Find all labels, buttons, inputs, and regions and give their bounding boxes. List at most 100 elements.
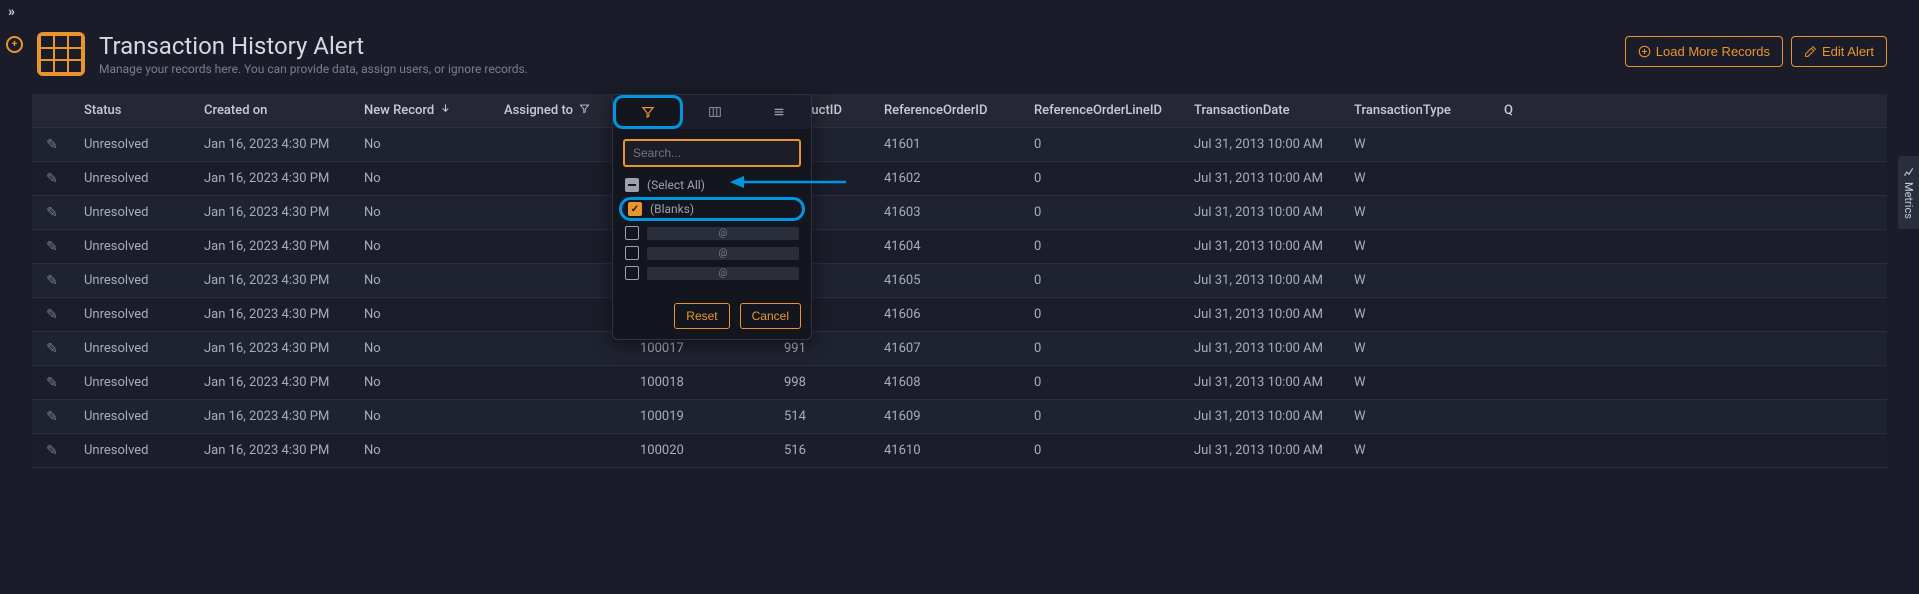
funnel-icon bbox=[641, 105, 655, 119]
cell-date: Jul 31, 2013 10:00 AM bbox=[1182, 443, 1342, 458]
edit-row-icon[interactable]: ✎ bbox=[46, 273, 58, 289]
edit-row-icon[interactable]: ✎ bbox=[46, 171, 58, 187]
cell-prod: 516 bbox=[772, 443, 872, 458]
columns-icon bbox=[708, 105, 722, 119]
checkbox-checked-icon bbox=[628, 202, 642, 216]
column-filter-popup: (Select All) (Blanks) @ @ @ bbox=[612, 94, 812, 340]
table-row: ✎UnresolvedJan 16, 2023 4:30 PMNo1000205… bbox=[32, 434, 1887, 468]
filter-search-input[interactable] bbox=[623, 139, 801, 167]
col-status[interactable]: Status bbox=[72, 103, 192, 118]
cell-new: No bbox=[352, 137, 492, 152]
edit-row-icon[interactable]: ✎ bbox=[46, 409, 58, 425]
cell-type: W bbox=[1342, 205, 1492, 220]
cell-refl: 0 bbox=[1022, 443, 1182, 458]
cell-prod: 991 bbox=[772, 341, 872, 356]
cell-status: Unresolved bbox=[72, 443, 192, 458]
cell-refl: 0 bbox=[1022, 171, 1182, 186]
filter-tab-values[interactable] bbox=[613, 95, 683, 129]
edit-row-icon[interactable]: ✎ bbox=[46, 205, 58, 221]
cell-refl: 0 bbox=[1022, 239, 1182, 254]
cell-date: Jul 31, 2013 10:00 AM bbox=[1182, 171, 1342, 186]
filter-icon bbox=[579, 103, 590, 118]
table-row: ✎UnresolvedJan 16, 2023 4:30 PMNo9814160… bbox=[32, 264, 1887, 298]
cell-status: Unresolved bbox=[72, 205, 192, 220]
filter-option[interactable]: @ bbox=[623, 263, 801, 283]
cell-new: No bbox=[352, 375, 492, 390]
cell-refl: 0 bbox=[1022, 341, 1182, 356]
col-qty[interactable]: Q bbox=[1492, 103, 1522, 118]
cell-refl: 0 bbox=[1022, 137, 1182, 152]
cell-refl: 0 bbox=[1022, 273, 1182, 288]
cell-txid: 100020 bbox=[612, 443, 772, 458]
cell-new: No bbox=[352, 307, 492, 322]
col-ref-order-id[interactable]: ReferenceOrderID bbox=[872, 103, 1022, 118]
cell-ref: 41602 bbox=[872, 171, 1022, 186]
edit-row-icon[interactable]: ✎ bbox=[46, 443, 58, 459]
load-more-button[interactable]: Load More Records bbox=[1625, 36, 1783, 67]
col-assigned[interactable]: Assigned to bbox=[492, 103, 612, 118]
checkbox-empty-icon bbox=[625, 226, 639, 240]
checkbox-empty-icon bbox=[625, 246, 639, 260]
cell-ref: 41608 bbox=[872, 375, 1022, 390]
cell-created: Jan 16, 2023 4:30 PM bbox=[192, 341, 352, 356]
cell-status: Unresolved bbox=[72, 239, 192, 254]
cell-status: Unresolved bbox=[72, 273, 192, 288]
cell-type: W bbox=[1342, 273, 1492, 288]
cell-date: Jul 31, 2013 10:00 AM bbox=[1182, 205, 1342, 220]
checkbox-indeterminate-icon bbox=[625, 178, 639, 192]
cell-status: Unresolved bbox=[72, 307, 192, 322]
cell-created: Jan 16, 2023 4:30 PM bbox=[192, 205, 352, 220]
page-header: + Transaction History Alert Manage your … bbox=[0, 14, 1919, 94]
cell-ref: 41605 bbox=[872, 273, 1022, 288]
expand-chevron-icon[interactable]: » bbox=[8, 4, 15, 20]
filter-tab-menu[interactable] bbox=[747, 95, 811, 129]
table-row: ✎UnresolvedJan 16, 2023 4:30 PMNo9734160… bbox=[32, 162, 1887, 196]
col-tx-date[interactable]: TransactionDate bbox=[1182, 103, 1342, 118]
filter-reset-button[interactable]: Reset bbox=[674, 303, 729, 329]
cell-date: Jul 31, 2013 10:00 AM bbox=[1182, 409, 1342, 424]
col-new-record[interactable]: New Record bbox=[352, 103, 492, 118]
cell-status: Unresolved bbox=[72, 137, 192, 152]
cell-type: W bbox=[1342, 239, 1492, 254]
edit-row-icon[interactable]: ✎ bbox=[46, 375, 58, 391]
edit-icon bbox=[1804, 45, 1817, 58]
add-icon[interactable]: + bbox=[6, 36, 23, 53]
cell-type: W bbox=[1342, 171, 1492, 186]
menu-icon bbox=[772, 105, 786, 119]
cell-created: Jan 16, 2023 4:30 PM bbox=[192, 137, 352, 152]
filter-select-all[interactable]: (Select All) bbox=[623, 175, 801, 195]
edit-row-icon[interactable]: ✎ bbox=[46, 239, 58, 255]
metrics-tab[interactable]: Metrics bbox=[1898, 156, 1919, 229]
edit-row-icon[interactable]: ✎ bbox=[46, 307, 58, 323]
table-row: ✎UnresolvedJan 16, 2023 4:30 PMNo9894160… bbox=[32, 298, 1887, 332]
cell-refl: 0 bbox=[1022, 409, 1182, 424]
filter-tab-columns[interactable] bbox=[683, 95, 747, 129]
cell-created: Jan 16, 2023 4:30 PM bbox=[192, 273, 352, 288]
filter-cancel-button[interactable]: Cancel bbox=[740, 303, 801, 329]
col-created[interactable]: Created on bbox=[192, 103, 352, 118]
cell-status: Unresolved bbox=[72, 375, 192, 390]
table-row: ✎UnresolvedJan 16, 2023 4:30 PMNo9724160… bbox=[32, 128, 1887, 162]
filter-option[interactable]: @ bbox=[623, 243, 801, 263]
cell-type: W bbox=[1342, 443, 1492, 458]
edit-row-icon[interactable]: ✎ bbox=[46, 341, 58, 357]
records-table: Status Created on New Record Assigned to… bbox=[32, 94, 1887, 468]
cell-date: Jul 31, 2013 10:00 AM bbox=[1182, 239, 1342, 254]
cell-created: Jan 16, 2023 4:30 PM bbox=[192, 171, 352, 186]
edit-alert-button[interactable]: Edit Alert bbox=[1791, 36, 1887, 67]
filter-option[interactable]: @ bbox=[623, 223, 801, 243]
col-tx-type[interactable]: TransactionType bbox=[1342, 103, 1492, 118]
cell-ref: 41601 bbox=[872, 137, 1022, 152]
cell-refl: 0 bbox=[1022, 205, 1182, 220]
cell-new: No bbox=[352, 171, 492, 186]
col-ref-order-line[interactable]: ReferenceOrderLineID bbox=[1022, 103, 1182, 118]
cell-type: W bbox=[1342, 409, 1492, 424]
table-header-row: Status Created on New Record Assigned to… bbox=[32, 94, 1887, 128]
edit-row-icon[interactable]: ✎ bbox=[46, 137, 58, 153]
cell-created: Jan 16, 2023 4:30 PM bbox=[192, 409, 352, 424]
filter-blanks[interactable]: (Blanks) bbox=[619, 197, 805, 221]
cell-ref: 41610 bbox=[872, 443, 1022, 458]
cell-refl: 0 bbox=[1022, 375, 1182, 390]
cell-txid: 100018 bbox=[612, 375, 772, 390]
table-row: ✎UnresolvedJan 16, 2023 4:30 PMNo1000179… bbox=[32, 332, 1887, 366]
